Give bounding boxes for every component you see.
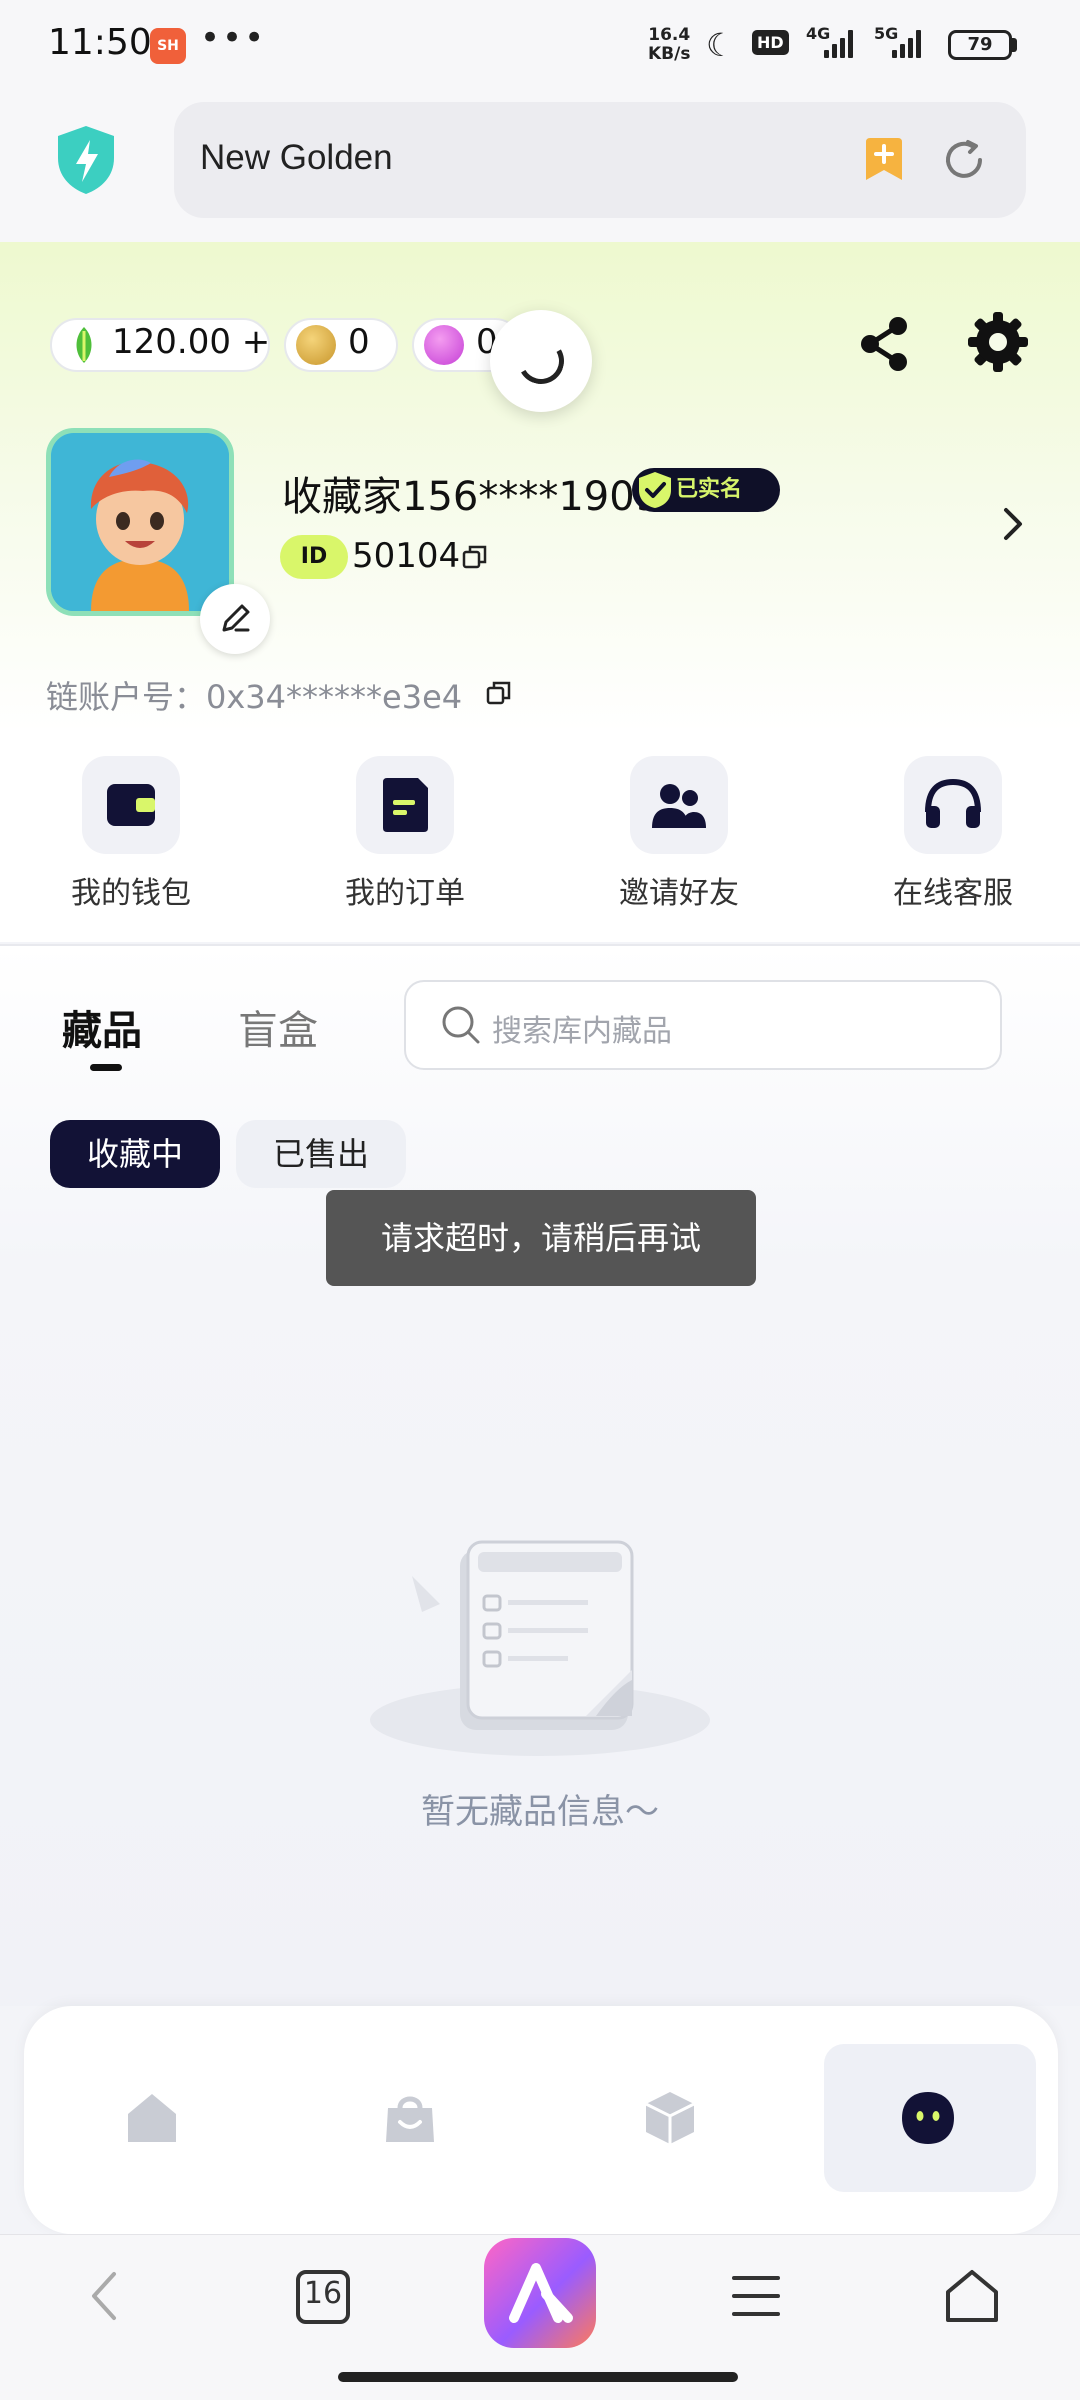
customer-service-button[interactable] bbox=[904, 756, 1002, 854]
battery-icon: 79 bbox=[948, 30, 1012, 60]
gem-icon bbox=[424, 325, 464, 365]
hd-icon: HD bbox=[752, 30, 789, 55]
tabs-button[interactable]: 16 bbox=[292, 2264, 356, 2328]
order-icon bbox=[383, 778, 428, 832]
settings-gear-icon[interactable] bbox=[966, 310, 1030, 374]
empty-box-illustration bbox=[370, 1540, 710, 1756]
nav-home-icon[interactable] bbox=[122, 2088, 182, 2148]
edit-avatar-button[interactable] bbox=[200, 584, 270, 654]
wallet-label[interactable]: 我的钱包 bbox=[41, 868, 221, 912]
headset-icon bbox=[925, 778, 981, 828]
verified-check-icon bbox=[639, 472, 671, 508]
tab-count: 16 bbox=[303, 2276, 343, 2311]
customer-service-label[interactable]: 在线客服 bbox=[863, 868, 1043, 912]
speed-value: 16.4 bbox=[648, 25, 691, 45]
app-logo-icon bbox=[509, 2263, 573, 2323]
back-icon[interactable] bbox=[74, 2264, 138, 2328]
copy-id-icon[interactable] bbox=[462, 544, 488, 570]
battery-tip bbox=[1012, 38, 1017, 52]
invite-button[interactable] bbox=[630, 756, 728, 854]
chevron-right-icon[interactable] bbox=[998, 504, 1028, 544]
security-shield-icon[interactable] bbox=[54, 124, 118, 196]
pencil-icon bbox=[222, 604, 250, 632]
invite-label[interactable]: 邀请好友 bbox=[589, 868, 769, 912]
nav-box-icon[interactable] bbox=[640, 2088, 700, 2148]
user-id: 50104 bbox=[352, 536, 461, 576]
search-icon bbox=[442, 1006, 480, 1044]
home-icon[interactable] bbox=[940, 2264, 1004, 2328]
add-bookmark-icon[interactable] bbox=[864, 136, 904, 182]
leaf-coin-icon bbox=[76, 327, 92, 363]
active-tab-indicator bbox=[90, 1064, 122, 1071]
signal-4g-icon bbox=[824, 28, 858, 58]
nav-market-icon[interactable] bbox=[380, 2088, 440, 2148]
orders-label[interactable]: 我的订单 bbox=[315, 868, 495, 912]
empty-state-text: 暂无藏品信息～ bbox=[421, 1792, 659, 1832]
search-placeholder[interactable]: 搜索库内藏品 bbox=[492, 1006, 672, 1050]
id-badge: ID bbox=[280, 535, 348, 579]
wallet-icon bbox=[107, 784, 155, 826]
coins-value[interactable]: 0 bbox=[348, 322, 370, 362]
collection-panel bbox=[0, 946, 1080, 2006]
url-title[interactable]: New Golden bbox=[200, 138, 393, 178]
signal-5g-icon bbox=[892, 28, 926, 58]
menu-icon[interactable] bbox=[724, 2264, 788, 2328]
chain-account: 链账户号：0x34******e3e4 bbox=[46, 678, 463, 716]
invite-icon bbox=[652, 784, 706, 828]
filter-collecting[interactable]: 收藏中 bbox=[50, 1120, 220, 1188]
speed-unit: KB/s bbox=[648, 44, 691, 64]
more-notifications-icon: ••• bbox=[200, 18, 267, 58]
tab-collections[interactable]: 藏品 bbox=[62, 998, 142, 1056]
share-icon[interactable] bbox=[856, 314, 912, 374]
balance-value[interactable]: 120.00 + bbox=[112, 322, 270, 362]
reload-icon[interactable] bbox=[942, 138, 986, 182]
nav-profile-icon[interactable] bbox=[898, 2088, 958, 2148]
notification-app-icon: SH bbox=[150, 28, 186, 64]
username: 收藏家156****1909 bbox=[282, 474, 661, 520]
browser-home-app-button[interactable] bbox=[484, 2238, 596, 2348]
status-time: 11:50 bbox=[48, 22, 152, 63]
orders-button[interactable] bbox=[356, 756, 454, 854]
network-speed: 16.4 KB/s bbox=[648, 26, 690, 64]
tab-blind-box[interactable]: 盲盒 bbox=[238, 998, 318, 1056]
copy-chain-icon[interactable] bbox=[486, 680, 512, 706]
home-indicator bbox=[338, 2372, 738, 2382]
filter-sold[interactable]: 已售出 bbox=[236, 1120, 406, 1188]
error-toast: 请求超时，请稍后再试 bbox=[326, 1190, 756, 1286]
wallet-button[interactable] bbox=[82, 756, 180, 854]
moon-icon: ☾ bbox=[706, 26, 735, 64]
gold-coin-icon bbox=[296, 325, 336, 365]
